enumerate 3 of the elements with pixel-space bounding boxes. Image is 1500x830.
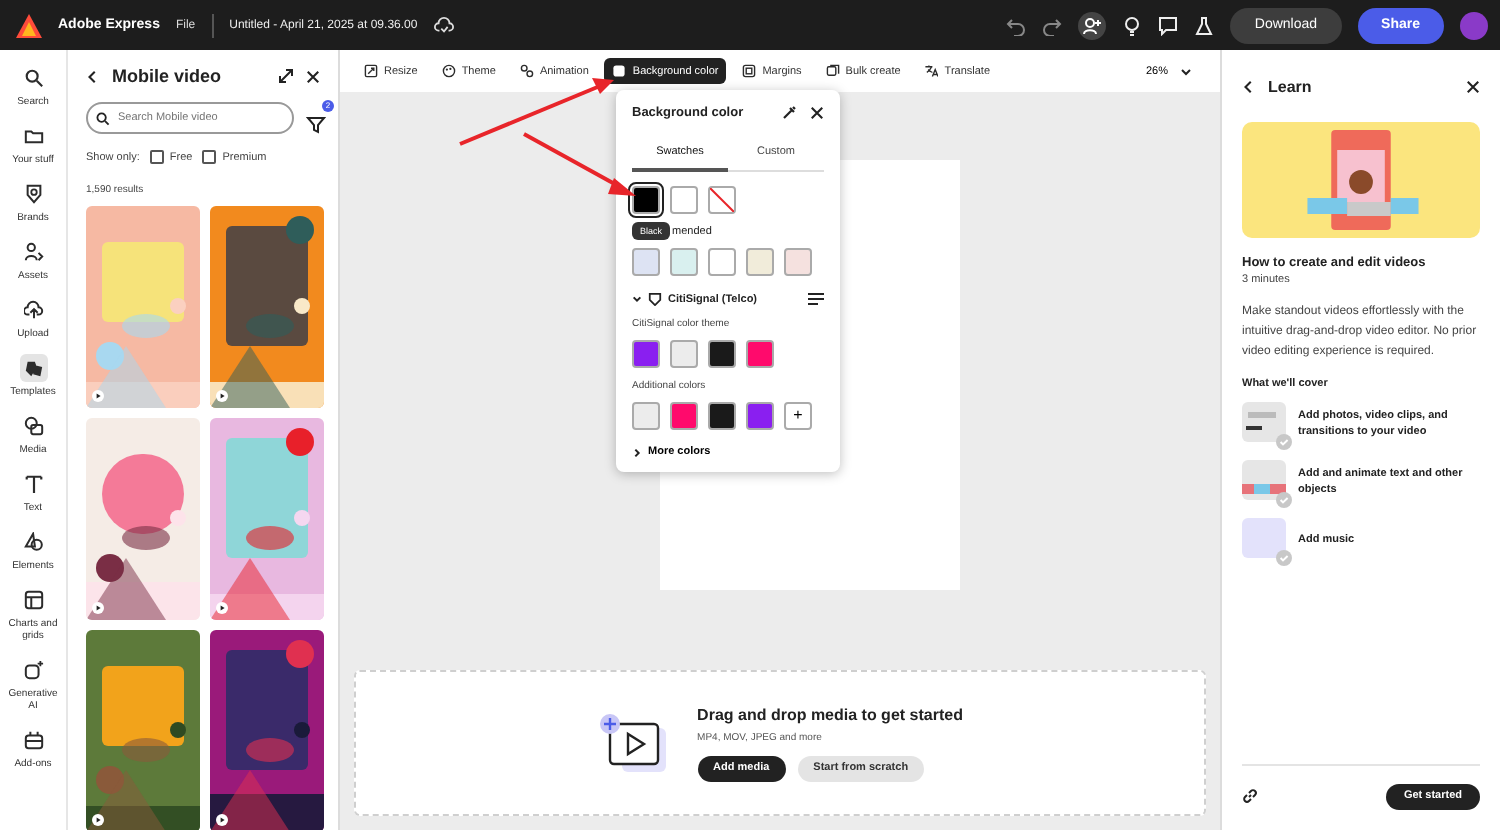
panel-title: Mobile video	[112, 66, 224, 86]
drop-zone-title: Drag and drop media to get started	[697, 705, 963, 723]
panel-title: Learn	[1268, 77, 1314, 95]
